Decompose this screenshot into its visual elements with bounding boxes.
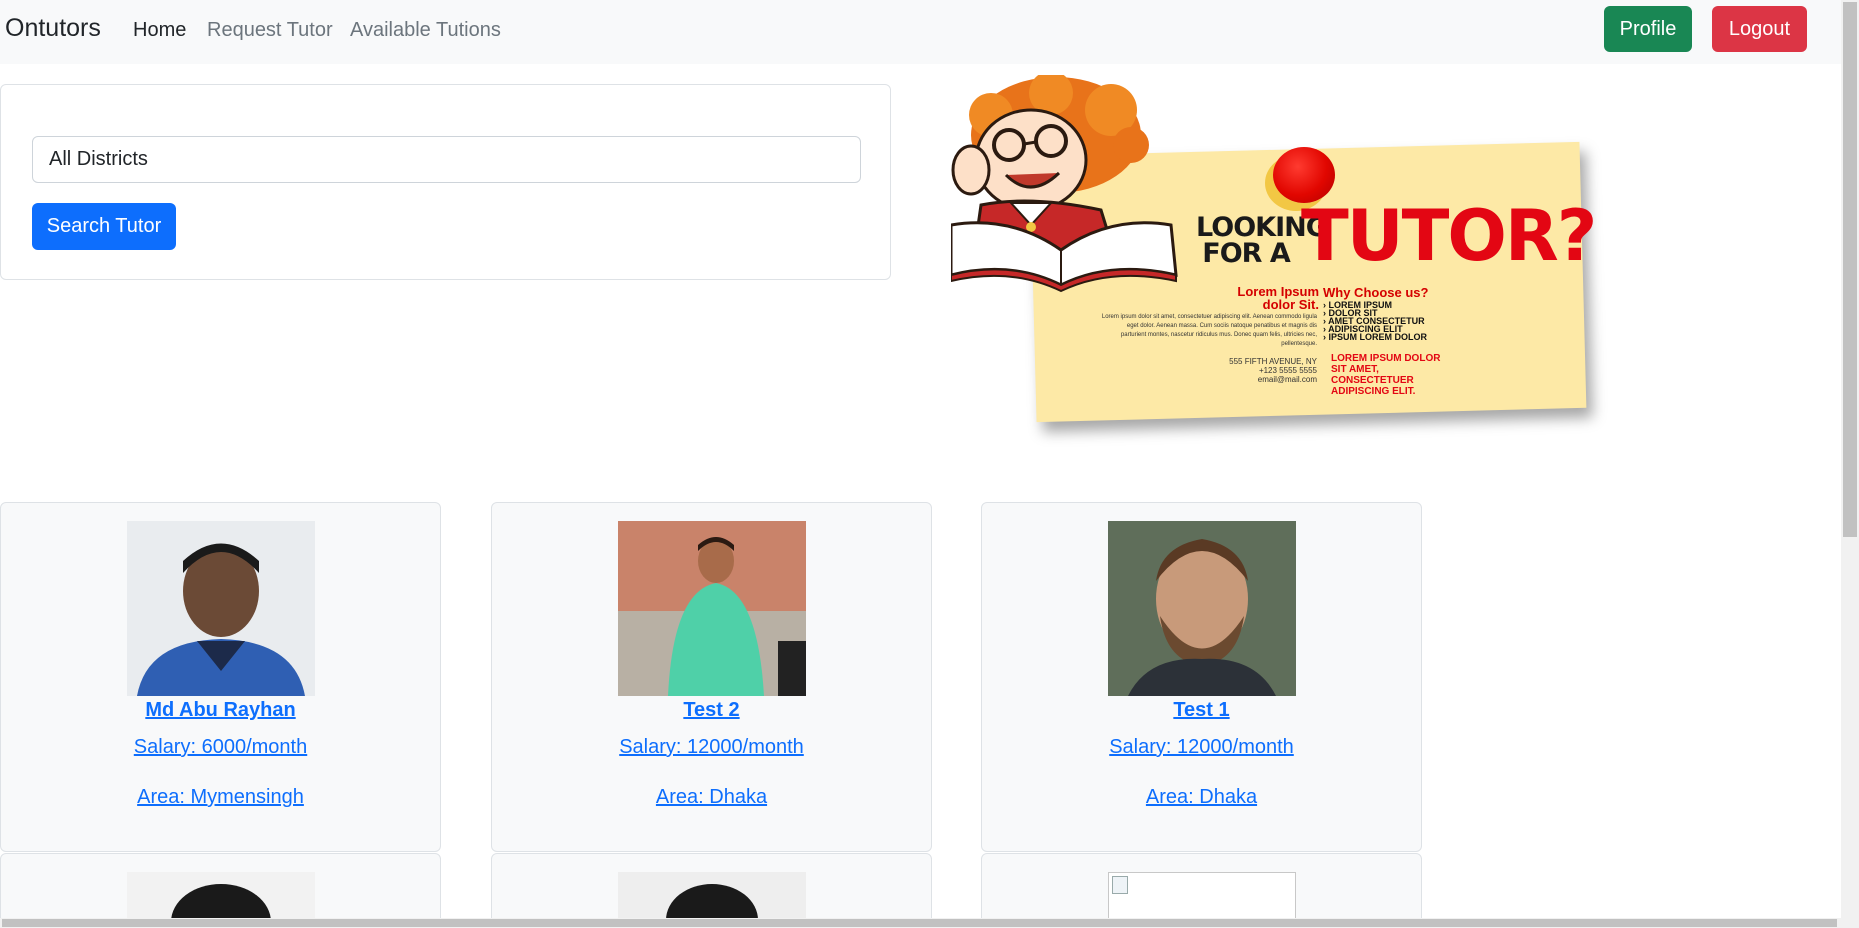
nav-available-tutions[interactable]: Available Tutions: [350, 19, 501, 42]
tutor-photo[interactable]: [618, 521, 806, 696]
search-tutor-button[interactable]: Search Tutor: [32, 203, 176, 250]
poster-why-head: Why Choose us?: [1323, 285, 1429, 300]
search-card: All Districts Search Tutor: [0, 84, 891, 280]
tutor-card: [491, 853, 932, 928]
tutor-poster-image: LOOKING FOR A TUTOR? Lorem Ipsum dolor S…: [951, 75, 1597, 430]
vertical-scrollbar-thumb[interactable]: [1843, 2, 1857, 537]
poster-list-item: IPSUM LOREM DOLOR: [1323, 333, 1428, 342]
tutor-card: [981, 853, 1422, 928]
poster-address-line: +123 5555 5555: [1258, 366, 1317, 375]
poster-address: 555 FIFTH AVENUE, NY +123 5555 5555 emai…: [1201, 357, 1317, 384]
brand-logo[interactable]: Ontutors: [5, 14, 101, 43]
poster-body: Lorem ipsum dolor sit amet, consectetuer…: [1101, 314, 1317, 347]
tutor-salary-link[interactable]: Salary: 6000/month: [1, 736, 440, 759]
tutor-name-link[interactable]: Md Abu Rayhan: [1, 699, 440, 722]
poster-address-line: email@mail.com: [1257, 375, 1317, 384]
poster-lorem-head: Lorem Ipsum dolor Sit.: [1237, 284, 1319, 312]
logout-button[interactable]: Logout: [1712, 6, 1807, 52]
tutor-area-link[interactable]: Area: Mymensingh: [1, 786, 440, 809]
cartoon-girl-illustration: [951, 75, 1178, 293]
tutor-card: Test 2 Salary: 12000/month Area: Dhaka: [491, 502, 932, 852]
tutor-photo[interactable]: [127, 521, 315, 696]
tutor-name-link[interactable]: Test 1: [982, 699, 1421, 722]
poster-headline: TUTOR?: [1301, 195, 1597, 277]
tutor-card: [0, 853, 441, 928]
district-select[interactable]: All Districts: [32, 136, 861, 183]
profile-button[interactable]: Profile: [1604, 6, 1692, 52]
poster-looking: LOOKING FOR A: [1196, 214, 1328, 269]
nav-home[interactable]: Home: [133, 19, 186, 42]
tutor-card: Md Abu Rayhan Salary: 6000/month Area: M…: [0, 502, 441, 852]
tutor-salary-link[interactable]: Salary: 12000/month: [982, 736, 1421, 759]
tutor-name-link[interactable]: Test 2: [492, 699, 931, 722]
tutor-salary-link[interactable]: Salary: 12000/month: [492, 736, 931, 759]
poster-list: LOREM IPSUM DOLOR SIT AMET CONSECTETUR A…: [1323, 301, 1428, 342]
horizontal-scrollbar-thumb[interactable]: [2, 919, 1837, 927]
nav-request-tutor[interactable]: Request Tutor: [207, 19, 333, 42]
tutor-area-link[interactable]: Area: Dhaka: [982, 786, 1421, 809]
poster-address-line: 555 FIFTH AVENUE, NY: [1229, 357, 1317, 366]
poster-red-text: LOREM IPSUM DOLOR SIT AMET, CONSECTETUER…: [1331, 353, 1441, 397]
vertical-scrollbar[interactable]: [1841, 0, 1859, 928]
horizontal-scrollbar[interactable]: [0, 918, 1841, 928]
poster-line2: FOR A: [1202, 238, 1290, 269]
tutor-area-link[interactable]: Area: Dhaka: [492, 786, 931, 809]
navbar: Ontutors Home Request Tutor Available Tu…: [0, 0, 1841, 64]
page: Ontutors Home Request Tutor Available Tu…: [0, 0, 1859, 928]
tutor-card: Test 1 Salary: 12000/month Area: Dhaka: [981, 502, 1422, 852]
tutor-photo[interactable]: [1108, 521, 1296, 696]
